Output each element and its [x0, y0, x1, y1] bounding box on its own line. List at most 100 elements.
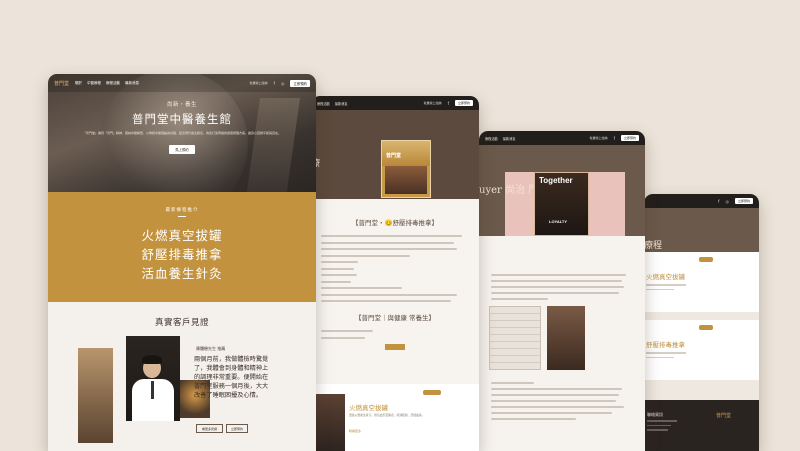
- site-logo[interactable]: 普門堂: [54, 80, 69, 87]
- text-line: [646, 284, 686, 286]
- nav-item-news[interactable]: 最新消息: [503, 136, 516, 141]
- text-line: [647, 429, 668, 431]
- facebook-icon[interactable]: f: [448, 101, 449, 106]
- text-line: [491, 406, 625, 408]
- text-line: [491, 280, 622, 282]
- more-testimonials-button[interactable]: 看更多見證: [196, 424, 224, 433]
- top-navigation: 療程活動 最新消息 免費線上諮詢 f 立即預約: [479, 131, 645, 145]
- footer-logo: 普門堂: [716, 413, 732, 419]
- instagram-icon[interactable]: ◎: [725, 199, 729, 204]
- poster-photo: [385, 166, 427, 194]
- top-navigation: 療程活動 最新消息 免費線上諮詢 f 立即預約: [311, 96, 479, 110]
- text-line: [321, 267, 354, 270]
- nav-item-activities[interactable]: 療程活動: [317, 101, 330, 106]
- article-text-2: [479, 374, 645, 420]
- card-text: [646, 284, 686, 293]
- nav-item-about[interactable]: 關於: [75, 81, 82, 86]
- featured-item-cupping[interactable]: 火燃真空拔罐: [48, 227, 316, 246]
- text-line: [491, 292, 619, 294]
- magazine-title: Together: [539, 176, 573, 185]
- text-line: [321, 274, 357, 276]
- main-nav: 關於 中醫療程 療程活動 最新消息: [75, 81, 139, 86]
- nav-item-activities[interactable]: 療程活動: [485, 136, 498, 141]
- site-footer: 聯絡資訊 普門堂: [644, 400, 759, 451]
- treatment-card-link[interactable]: 瞭解更多: [349, 429, 361, 433]
- section-title: 【普門堂・😊舒壓排毒推拿】: [351, 219, 439, 227]
- nav-item-activities[interactable]: 療程活動: [106, 81, 120, 86]
- nav-item-treatments[interactable]: 中醫療程: [87, 81, 101, 86]
- top-navigation: f ◎ 立即預約: [644, 194, 759, 208]
- article-photo: [547, 306, 585, 370]
- treatment-card-badge[interactable]: [423, 390, 441, 395]
- facebook-icon[interactable]: f: [718, 199, 719, 204]
- text-line: [321, 280, 351, 283]
- hero-eyebrow: 尚新・養生: [166, 102, 197, 108]
- text-line: [491, 394, 619, 396]
- article-text: [479, 236, 645, 300]
- text-line: [321, 235, 462, 237]
- testimonials-title: 真實客戶見證: [154, 318, 209, 328]
- hero-book-button[interactable]: 馬上預約: [169, 144, 195, 154]
- divider: [178, 216, 186, 217]
- testimonial-section: 陳體驗先生 推薦 兩個月前，我做體檢時驚覺了，我體會到身體和精神上的調理非常重要…: [48, 328, 316, 448]
- article-images: [489, 306, 635, 374]
- magazine-cover: Together LOYALTY: [534, 172, 589, 236]
- text-line: [491, 274, 626, 276]
- facebook-icon[interactable]: f: [614, 136, 615, 141]
- facebook-icon[interactable]: f: [274, 81, 275, 86]
- featured-item-massage[interactable]: 舒壓排毒推拿: [48, 246, 316, 265]
- clinic-photo: [78, 348, 113, 443]
- card-badge[interactable]: [699, 257, 713, 262]
- text-line: [321, 330, 373, 332]
- footer-text: [647, 420, 677, 434]
- card-text: [646, 352, 686, 361]
- text-line: [321, 241, 455, 244]
- hero-content: 尚新・養生 普門堂中醫養生館 「普門堂」秉持「普門」精神，廣納中醫精華，以傳統中…: [48, 100, 316, 155]
- instagram-icon[interactable]: ◎: [281, 81, 285, 86]
- book-now-button[interactable]: 立即預約: [620, 135, 639, 141]
- text-line: [647, 420, 677, 422]
- contact-link[interactable]: 免費線上諮詢: [590, 136, 608, 140]
- article-scan: [489, 306, 541, 370]
- text-line: [646, 356, 674, 358]
- book-button[interactable]: [385, 343, 405, 350]
- treatment-card-description: 透過火燃產生真空，將氣血引至體表，疏通經絡、舒緩痠痛。: [349, 413, 425, 417]
- main-nav: 療程活動 最新消息: [317, 101, 348, 106]
- featured-label: 最新療程推介: [165, 208, 199, 213]
- text-line: [321, 287, 403, 289]
- treatment-card[interactable]: 火燃真空拔罐 透過火燃產生真空，將氣血引至體表，疏通經絡、舒緩痠痛。 瞭解更多: [311, 384, 479, 451]
- card-title: 火燃真空拔罐: [646, 273, 685, 281]
- treatment-card-2[interactable]: 舒壓排毒推拿: [644, 320, 759, 380]
- text-line: [321, 300, 452, 302]
- treatment-card-1[interactable]: 火燃真空拔罐: [644, 252, 759, 312]
- book-now-button[interactable]: 立即預約: [734, 198, 753, 204]
- featured-item-acupuncture[interactable]: 活血養生針灸: [48, 265, 316, 284]
- text-line: [491, 400, 616, 402]
- text-line: [321, 336, 366, 339]
- magazine-tagline: LOYALTY: [549, 219, 568, 224]
- footer-title: 聯絡資訊: [647, 412, 663, 417]
- testimonial-quote: 兩個月前，我做體檢時驚覺了，我體會到身體和精神上的調理非常重要。便開始在普門堂服…: [194, 356, 269, 399]
- page-hero: 療 普門堂: [311, 110, 479, 199]
- testimonial-name: 陳體驗先生 推薦: [196, 346, 226, 351]
- book-now-button[interactable]: 立即預約: [454, 100, 473, 106]
- text-line: [491, 286, 625, 288]
- testimonial-book-button[interactable]: 立即預約: [226, 424, 249, 433]
- book-now-button[interactable]: 立即預約: [290, 79, 310, 87]
- treatment-card-title: 火燃真空拔罐: [349, 404, 388, 412]
- treatment-card-image: [315, 394, 345, 451]
- homepage-mockup: 普門堂 關於 中醫療程 療程活動 最新消息 免費線上諮詢 f ◎ 立即預約 尚新…: [48, 74, 316, 451]
- treatment-list-mockup: f ◎ 立即預約 療程 火燃真空拔罐 舒壓排毒推拿 聯絡資訊 普門堂: [644, 194, 759, 451]
- text-line: [321, 248, 458, 250]
- nav-item-news[interactable]: 最新消息: [335, 101, 348, 106]
- top-navigation: 普門堂 關於 中醫療程 療程活動 最新消息 免費線上諮詢 f ◎ 立即預約: [48, 74, 316, 92]
- main-nav: 療程活動 最新消息: [485, 136, 516, 141]
- body-text: [311, 227, 479, 302]
- media-page-mockup: 療程活動 最新消息 免費線上諮詢 f 立即預約 uyer 尚治 門堂 後 習 T…: [479, 131, 645, 451]
- contact-link[interactable]: 免費線上諮詢: [250, 81, 268, 85]
- hero-description: 「普門堂」秉持「普門」精神，廣納中醫精華，以傳統中醫理論為基礎，結合現代養生觀念…: [82, 131, 281, 135]
- text-line: [321, 254, 410, 257]
- nav-item-news[interactable]: 最新消息: [125, 81, 139, 86]
- card-badge[interactable]: [699, 325, 713, 330]
- contact-link[interactable]: 免費線上諮詢: [424, 101, 442, 105]
